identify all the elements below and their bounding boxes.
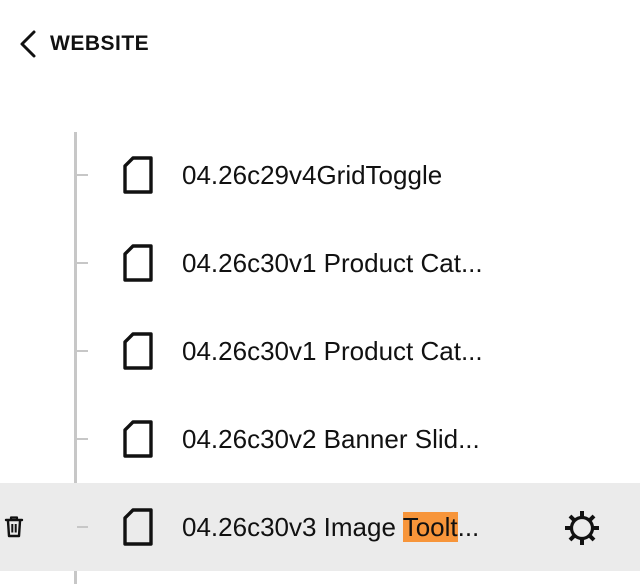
tree-branch-tick — [77, 350, 88, 352]
page-item-title: 04.26c29v4GridToggle — [182, 160, 443, 190]
tree-branch-tick — [77, 438, 88, 440]
page-item[interactable]: 04.26c29v4GridToggle — [0, 131, 640, 219]
page-item[interactable]: 04.26c30v1 Product Cat... — [0, 307, 640, 395]
gear-icon[interactable] — [563, 509, 601, 547]
page-icon — [123, 420, 153, 458]
page-icon — [123, 332, 153, 370]
page-icon — [123, 156, 153, 194]
back-to-website-button[interactable]: WEBSITE — [16, 26, 149, 62]
pages-panel: WEBSITE 04.26c29v4GridToggle 04.26c30v1 … — [0, 0, 640, 584]
tree-branch-tick — [77, 262, 88, 264]
page-icon — [123, 244, 153, 282]
page-item[interactable]: 04.26c30v2 Banner Slid... — [0, 395, 640, 483]
page-item-title: 04.26c30v1 Product Cat... — [182, 248, 483, 278]
page-item-title: 04.26c30v2 Banner Slid... — [182, 424, 480, 454]
chevron-left-icon — [20, 30, 36, 58]
page-icon — [123, 508, 153, 546]
page-item-title: 04.26c30v1 Product Cat... — [182, 336, 483, 366]
page-item-title: 04.26c30v3 Image Toolt... — [182, 512, 480, 542]
tree-branch-tick — [77, 174, 88, 176]
back-label: WEBSITE — [50, 32, 150, 55]
page-item-selected[interactable]: 04.26c30v3 Image Toolt... — [0, 483, 640, 571]
tree-branch-tick — [77, 526, 88, 528]
trash-icon[interactable] — [4, 515, 24, 539]
search-match-highlight: Toolt — [402, 512, 458, 542]
page-item[interactable]: 04.26c30v1 Product Cat... — [0, 219, 640, 307]
